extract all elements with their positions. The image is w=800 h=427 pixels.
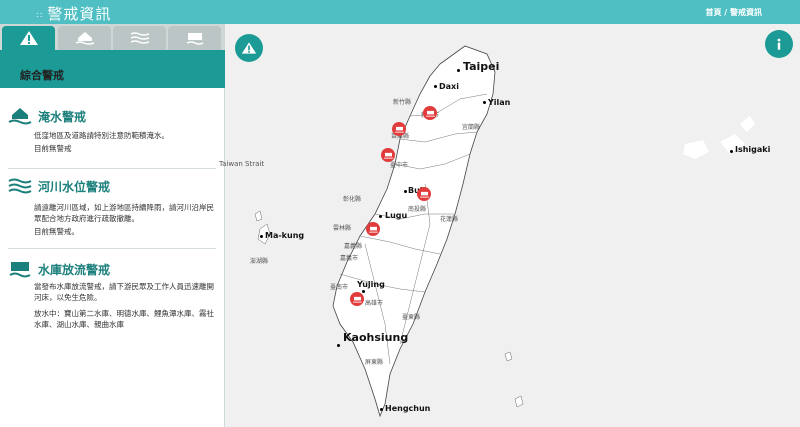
city-dot	[379, 215, 382, 218]
dam-icon	[9, 262, 31, 278]
county-label: 嘉義市	[340, 255, 359, 262]
city-dot	[337, 344, 340, 347]
river-warning-header[interactable]: 河川水位警戒	[8, 176, 110, 196]
river-waves-icon	[8, 178, 32, 194]
city-label-lugu: Lugu	[385, 211, 408, 220]
dam-warning-header[interactable]: 水庫放流警戒	[8, 259, 110, 279]
flood-warning-header[interactable]: 淹水警戒	[8, 106, 86, 126]
dam-release-marker[interactable]	[392, 122, 406, 136]
dam-warning-desc: 當發布水庫放流警戒，請下游民眾及工作人員迅速離開河床，以免生危險。	[34, 282, 214, 302]
orchid-island	[514, 395, 524, 408]
city-dot	[457, 69, 460, 72]
ishigaki-island	[683, 140, 709, 159]
strait-label: Taiwan Strait	[219, 160, 265, 168]
county-label: 花蓮縣	[440, 216, 459, 223]
ishigaki-island	[740, 116, 755, 132]
county-label: 臺中市	[390, 162, 409, 169]
map-warning-button[interactable]	[235, 34, 263, 62]
city-dot	[434, 85, 437, 88]
section-divider	[8, 168, 216, 169]
dam-icon	[368, 226, 378, 233]
dam-warning-title: 水庫放流警戒	[38, 262, 111, 277]
city-dot	[404, 190, 407, 193]
county-label: 臺南市	[330, 284, 349, 291]
brand-title: 警戒資訊	[47, 5, 112, 23]
county-label: 宜蘭縣	[462, 124, 481, 131]
breadcrumb-current: 警戒資訊	[730, 8, 762, 17]
tab-flood-warning[interactable]	[58, 26, 111, 50]
flood-warning-desc: 低窪地區及道路請特別注意防範積淹水。	[34, 131, 169, 140]
warning-icon	[19, 31, 38, 45]
river-warning-title: 河川水位警戒	[38, 179, 111, 194]
top-header-bar: :: 警戒資訊 首頁 / 警戒資訊	[0, 0, 800, 24]
flood-warning-title: 淹水警戒	[38, 109, 87, 124]
city-label-yilan: Yilan	[488, 98, 511, 107]
dam-release-marker[interactable]	[350, 292, 364, 306]
county-label: 新竹縣	[393, 99, 412, 106]
site-brand[interactable]: :: 警戒資訊	[36, 3, 111, 24]
county-label: 彰化縣	[343, 196, 362, 203]
dam-release-marker[interactable]	[417, 187, 431, 201]
info-icon	[777, 38, 781, 50]
alert-tab-bar	[0, 24, 225, 50]
county-label: 臺東縣	[402, 314, 421, 321]
city-label-kaohsiung: Kaohsiung	[343, 331, 409, 344]
penghu-islands	[254, 210, 263, 222]
green-island	[504, 351, 513, 362]
breadcrumb: 首頁 / 警戒資訊	[705, 7, 762, 18]
flood-house-icon	[8, 108, 32, 125]
taiwan-island-shape	[332, 45, 496, 418]
flood-warning-status: 目前無警戒	[34, 144, 72, 153]
city-dot	[380, 408, 383, 411]
city-label-makung: Ma-kung	[265, 231, 305, 240]
taiwan-map-canvas	[254, 45, 755, 418]
warning-map[interactable]: Taipei Daxi Yilan Buli Lugu Ma-kung Yuji…	[219, 24, 800, 427]
dam-release-marker[interactable]	[381, 148, 395, 162]
tab-overall-warning[interactable]	[2, 26, 55, 50]
sidebar-title: 綜合警戒	[12, 70, 64, 82]
dam-release-marker[interactable]	[366, 222, 380, 236]
dam-icon	[383, 152, 393, 159]
city-dot	[260, 235, 263, 238]
city-label-taipei: Taipei	[463, 60, 500, 73]
dam-icon	[186, 33, 203, 45]
city-dot	[483, 101, 486, 104]
city-label-ishigaki: Ishigaki	[735, 145, 771, 154]
county-label: 澎湖縣	[250, 258, 269, 265]
tab-river-warning[interactable]	[113, 26, 166, 50]
city-label-hengchun: Hengchun	[385, 404, 431, 413]
dam-release-marker[interactable]	[423, 106, 437, 120]
county-label: 嘉義縣	[344, 243, 363, 250]
river-warning-desc: 請遠離河川區域，如上游地區持續降雨，請河川沿岸民眾配合地方政府進行疏散撤離。	[34, 203, 214, 223]
section-divider	[8, 248, 216, 249]
breadcrumb-home-link[interactable]: 首頁	[705, 8, 721, 17]
river-warning-status: 目前無警戒。	[34, 227, 79, 236]
alert-sidebar: 綜合警戒 淹水警戒 低窪地區及道路請特別注意防範積淹水。 目前無警戒 河川水位警…	[0, 24, 225, 427]
dam-icon	[394, 126, 404, 133]
county-label: 高雄市	[365, 300, 384, 307]
tab-dam-warning[interactable]	[168, 26, 221, 50]
dam-icon	[419, 191, 429, 198]
city-dot	[362, 290, 365, 293]
city-label-daxi: Daxi	[439, 82, 459, 91]
county-label: 屏東縣	[365, 359, 384, 366]
flood-house-icon	[75, 32, 94, 45]
city-label-yujing: Yujing	[357, 280, 385, 289]
river-waves-icon	[130, 32, 149, 44]
city-dot	[730, 150, 733, 153]
breadcrumb-separator: /	[724, 8, 728, 17]
brand-dots: ::	[36, 10, 44, 19]
dam-icon	[352, 296, 362, 303]
county-label: 雲林縣	[333, 225, 352, 232]
county-label: 南投縣	[408, 206, 427, 213]
map-info-button[interactable]	[765, 30, 793, 58]
dam-warning-status: 放水中：寶山第二水庫、明德水庫、鯉魚潭水庫、霧社水庫、湖山水庫、親曲水庫	[34, 309, 214, 329]
warning-icon	[241, 42, 257, 54]
dam-icon	[425, 110, 435, 117]
